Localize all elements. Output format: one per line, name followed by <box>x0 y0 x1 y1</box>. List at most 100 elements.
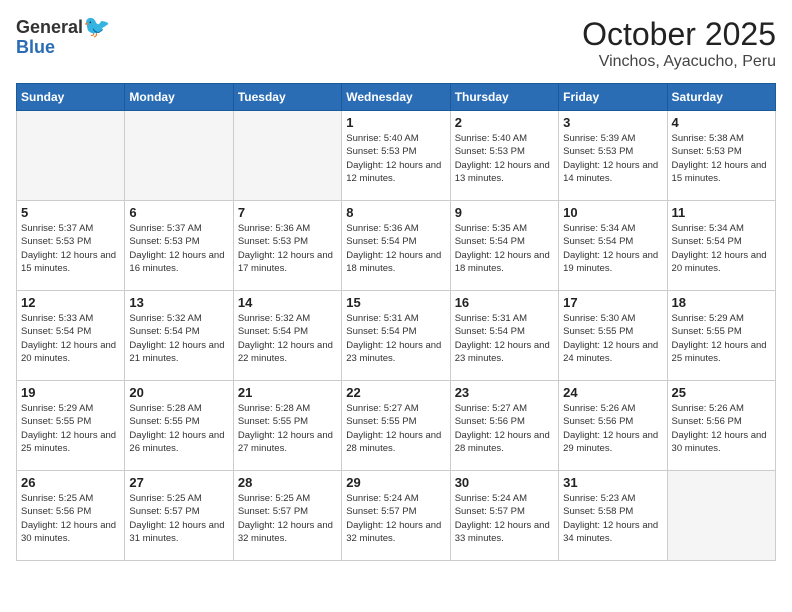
day-cell: 8 Sunrise: 5:36 AM Sunset: 5:54 PM Daylig… <box>342 201 450 291</box>
day-cell: 22 Sunrise: 5:27 AM Sunset: 5:55 PM Dayli… <box>342 381 450 471</box>
day-number: 20 <box>129 385 228 400</box>
day-info: Sunrise: 5:34 AM Sunset: 5:54 PM Dayligh… <box>563 222 662 275</box>
day-cell: 17 Sunrise: 5:30 AM Sunset: 5:55 PM Dayli… <box>559 291 667 381</box>
day-number: 27 <box>129 475 228 490</box>
month-title: October 2025 <box>582 16 776 53</box>
day-cell: 21 Sunrise: 5:28 AM Sunset: 5:55 PM Dayli… <box>233 381 341 471</box>
day-cell: 31 Sunrise: 5:23 AM Sunset: 5:58 PM Dayli… <box>559 471 667 561</box>
day-number: 21 <box>238 385 337 400</box>
day-cell: 6Sunrise: 5:37 AM Sunset: 5:53 PM Daylig… <box>125 201 233 291</box>
day-number: 3 <box>563 115 662 130</box>
day-info: Sunrise: 5:36 AM Sunset: 5:53 PM Dayligh… <box>238 222 337 275</box>
day-info: Sunrise: 5:32 AM Sunset: 5:54 PM Dayligh… <box>129 312 228 365</box>
day-cell <box>17 111 125 201</box>
day-number: 15 <box>346 295 445 310</box>
day-number: 22 <box>346 385 445 400</box>
day-number: 6 <box>129 205 228 220</box>
day-number: 13 <box>129 295 228 310</box>
day-number: 26 <box>21 475 120 490</box>
day-number: 11 <box>672 205 771 220</box>
day-number: 19 <box>21 385 120 400</box>
day-cell: 30Sunrise: 5:24 AM Sunset: 5:57 PM Dayli… <box>450 471 558 561</box>
day-cell: 29 Sunrise: 5:24 AM Sunset: 5:57 PM Dayli… <box>342 471 450 561</box>
logo-blue: Blue <box>16 38 110 56</box>
location-title: Vinchos, Ayacucho, Peru <box>582 53 776 71</box>
day-cell: 5 Sunrise: 5:37 AM Sunset: 5:53 PM Daylig… <box>17 201 125 291</box>
day-info: Sunrise: 5:39 AM Sunset: 5:53 PM Dayligh… <box>563 132 662 185</box>
weekday-header-friday: Friday <box>559 84 667 111</box>
day-cell: 13 Sunrise: 5:32 AM Sunset: 5:54 PM Dayli… <box>125 291 233 381</box>
day-number: 16 <box>455 295 554 310</box>
day-info: Sunrise: 5:31 AM Sunset: 5:54 PM Dayligh… <box>455 312 554 365</box>
day-cell: 24 Sunrise: 5:26 AM Sunset: 5:56 PM Dayli… <box>559 381 667 471</box>
day-cell: 10Sunrise: 5:34 AM Sunset: 5:54 PM Dayli… <box>559 201 667 291</box>
day-cell: 26 Sunrise: 5:25 AM Sunset: 5:56 PM Dayli… <box>17 471 125 561</box>
weekday-header-wednesday: Wednesday <box>342 84 450 111</box>
day-number: 2 <box>455 115 554 130</box>
day-info: Sunrise: 5:26 AM Sunset: 5:56 PM Dayligh… <box>672 402 771 455</box>
day-number: 14 <box>238 295 337 310</box>
day-cell <box>125 111 233 201</box>
calendar-title-area: October 2025 Vinchos, Ayacucho, Peru <box>582 16 776 71</box>
day-number: 28 <box>238 475 337 490</box>
day-cell: 12Sunrise: 5:33 AM Sunset: 5:54 PM Dayli… <box>17 291 125 381</box>
day-info: Sunrise: 5:27 AM Sunset: 5:55 PM Dayligh… <box>346 402 445 455</box>
day-number: 23 <box>455 385 554 400</box>
day-info: Sunrise: 5:32 AM Sunset: 5:54 PM Dayligh… <box>238 312 337 365</box>
day-cell: 2Sunrise: 5:40 AM Sunset: 5:53 PM Daylig… <box>450 111 558 201</box>
day-info: Sunrise: 5:26 AM Sunset: 5:56 PM Dayligh… <box>563 402 662 455</box>
day-info: Sunrise: 5:28 AM Sunset: 5:55 PM Dayligh… <box>129 402 228 455</box>
day-cell: 16 Sunrise: 5:31 AM Sunset: 5:54 PM Dayli… <box>450 291 558 381</box>
day-cell: 9 Sunrise: 5:35 AM Sunset: 5:54 PM Daylig… <box>450 201 558 291</box>
page-header: General 🐦 Blue October 2025 Vinchos, Aya… <box>16 16 776 71</box>
day-cell: 7 Sunrise: 5:36 AM Sunset: 5:53 PM Daylig… <box>233 201 341 291</box>
day-info: Sunrise: 5:28 AM Sunset: 5:55 PM Dayligh… <box>238 402 337 455</box>
weekday-header-saturday: Saturday <box>667 84 775 111</box>
day-cell: 23 Sunrise: 5:27 AM Sunset: 5:56 PM Dayli… <box>450 381 558 471</box>
day-info: Sunrise: 5:37 AM Sunset: 5:53 PM Dayligh… <box>21 222 120 275</box>
day-info: Sunrise: 5:36 AM Sunset: 5:54 PM Dayligh… <box>346 222 445 275</box>
day-number: 8 <box>346 205 445 220</box>
day-cell: 18 Sunrise: 5:29 AM Sunset: 5:55 PM Dayli… <box>667 291 775 381</box>
day-number: 1 <box>346 115 445 130</box>
day-cell: 20 Sunrise: 5:28 AM Sunset: 5:55 PM Dayli… <box>125 381 233 471</box>
day-info: Sunrise: 5:24 AM Sunset: 5:57 PM Dayligh… <box>346 492 445 545</box>
day-info: Sunrise: 5:29 AM Sunset: 5:55 PM Dayligh… <box>21 402 120 455</box>
day-cell: 19 Sunrise: 5:29 AM Sunset: 5:55 PM Dayli… <box>17 381 125 471</box>
day-info: Sunrise: 5:29 AM Sunset: 5:55 PM Dayligh… <box>672 312 771 365</box>
day-info: Sunrise: 5:35 AM Sunset: 5:54 PM Dayligh… <box>455 222 554 275</box>
weekday-header-monday: Monday <box>125 84 233 111</box>
day-cell: 1Sunrise: 5:40 AM Sunset: 5:53 PM Daylig… <box>342 111 450 201</box>
day-info: Sunrise: 5:31 AM Sunset: 5:54 PM Dayligh… <box>346 312 445 365</box>
weekday-header-sunday: Sunday <box>17 84 125 111</box>
day-cell: 15 Sunrise: 5:31 AM Sunset: 5:54 PM Dayli… <box>342 291 450 381</box>
day-number: 4 <box>672 115 771 130</box>
day-cell <box>667 471 775 561</box>
day-cell: 4 Sunrise: 5:38 AM Sunset: 5:53 PM Daylig… <box>667 111 775 201</box>
day-number: 5 <box>21 205 120 220</box>
day-number: 17 <box>563 295 662 310</box>
day-number: 9 <box>455 205 554 220</box>
day-number: 30 <box>455 475 554 490</box>
day-info: Sunrise: 5:23 AM Sunset: 5:58 PM Dayligh… <box>563 492 662 545</box>
day-number: 31 <box>563 475 662 490</box>
day-info: Sunrise: 5:27 AM Sunset: 5:56 PM Dayligh… <box>455 402 554 455</box>
day-cell: 14 Sunrise: 5:32 AM Sunset: 5:54 PM Dayli… <box>233 291 341 381</box>
day-info: Sunrise: 5:38 AM Sunset: 5:53 PM Dayligh… <box>672 132 771 185</box>
calendar-table: SundayMondayTuesdayWednesdayThursdayFrid… <box>16 83 776 561</box>
day-number: 18 <box>672 295 771 310</box>
day-cell: 28 Sunrise: 5:25 AM Sunset: 5:57 PM Dayli… <box>233 471 341 561</box>
day-info: Sunrise: 5:25 AM Sunset: 5:57 PM Dayligh… <box>238 492 337 545</box>
day-cell: 25Sunrise: 5:26 AM Sunset: 5:56 PM Dayli… <box>667 381 775 471</box>
day-number: 29 <box>346 475 445 490</box>
weekday-header-thursday: Thursday <box>450 84 558 111</box>
day-info: Sunrise: 5:25 AM Sunset: 5:57 PM Dayligh… <box>129 492 228 545</box>
day-cell <box>233 111 341 201</box>
day-cell: 3 Sunrise: 5:39 AM Sunset: 5:53 PM Daylig… <box>559 111 667 201</box>
logo: General 🐦 Blue <box>16 16 110 56</box>
day-info: Sunrise: 5:25 AM Sunset: 5:56 PM Dayligh… <box>21 492 120 545</box>
day-number: 24 <box>563 385 662 400</box>
day-number: 12 <box>21 295 120 310</box>
day-number: 7 <box>238 205 337 220</box>
day-info: Sunrise: 5:30 AM Sunset: 5:55 PM Dayligh… <box>563 312 662 365</box>
